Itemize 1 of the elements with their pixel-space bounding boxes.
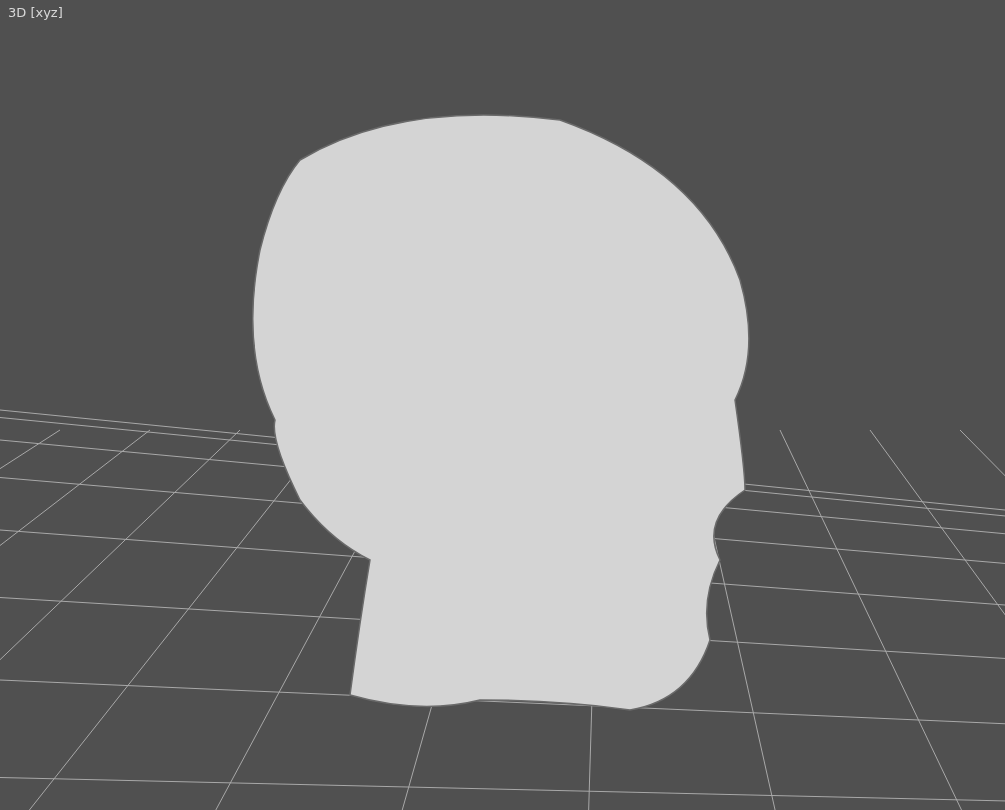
- viewport-label: 3D [xyz]: [8, 5, 63, 20]
